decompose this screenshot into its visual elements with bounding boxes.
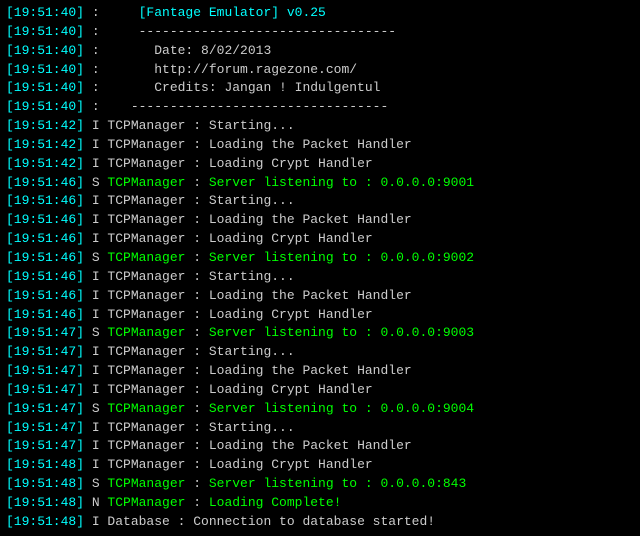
console-line: [19:51:46] I TCPManager : Loading Crypt … [6,230,634,249]
console-line: [19:51:48] I Database : Connection to da… [6,513,634,532]
console-line: [19:51:47] S TCPManager : Server listeni… [6,324,634,343]
console-line: [19:51:48] I TCPManager : Loading Crypt … [6,456,634,475]
console-line: [19:51:46] S TCPManager : Server listeni… [6,174,634,193]
console-line: [19:51:46] I TCPManager : Starting... [6,268,634,287]
console-line: [19:51:48] N TCPManager : Loading Comple… [6,494,634,513]
console-line: [19:51:40] : Date: 8/02/2013 [6,42,634,61]
console-line: [19:51:42] I TCPManager : Loading the Pa… [6,136,634,155]
console-line: [19:51:47] I TCPManager : Starting... [6,343,634,362]
console-line: [19:51:46] S TCPManager : Server listeni… [6,249,634,268]
console-line: [19:51:46] I TCPManager : Loading the Pa… [6,211,634,230]
console-line: [19:51:40] : http://forum.ragezone.com/ [6,61,634,80]
console-line: [19:51:47] S TCPManager : Server listeni… [6,400,634,419]
console-line: [19:51:40] : [Fantage Emulator] v0.25 [6,4,634,23]
console-line: [19:51:40] : ---------------------------… [6,23,634,42]
console-line: [19:51:47] I TCPManager : Starting... [6,419,634,438]
console-line: [19:51:47] I TCPManager : Loading the Pa… [6,437,634,456]
console-line: [19:51:40] : ---------------------------… [6,98,634,117]
console-line: [19:51:42] I TCPManager : Starting... [6,117,634,136]
console-line: [19:51:48] S TCPManager : Server listeni… [6,475,634,494]
console-line: [19:51:47] I TCPManager : Loading Crypt … [6,381,634,400]
console-line: [19:51:46] I TCPManager : Starting... [6,192,634,211]
console-line: [19:51:47] I TCPManager : Loading the Pa… [6,362,634,381]
console-line: [19:51:46] I TCPManager : Loading Crypt … [6,306,634,325]
console-line: [19:51:46] I TCPManager : Loading the Pa… [6,287,634,306]
console-line: [19:51:40] : Credits: Jangan ! Indulgent… [6,79,634,98]
console-line: [19:51:42] I TCPManager : Loading Crypt … [6,155,634,174]
console-output: [19:51:40] : [Fantage Emulator] v0.25[19… [6,4,634,532]
